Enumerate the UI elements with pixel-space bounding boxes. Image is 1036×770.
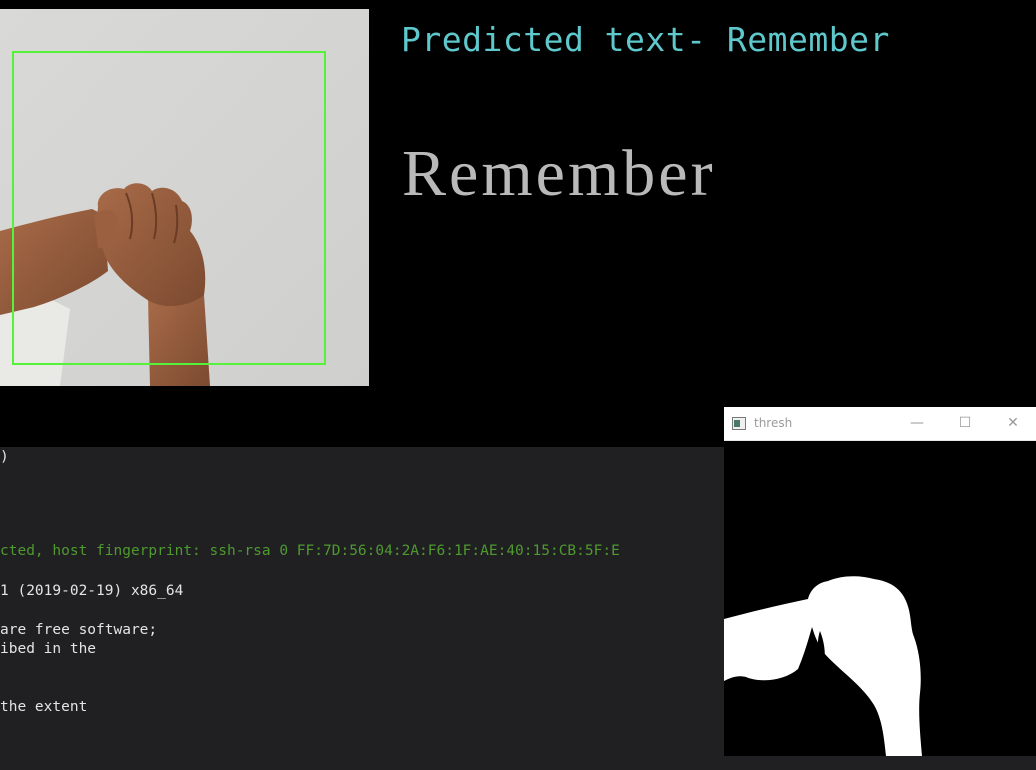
roi-box [12, 51, 326, 365]
terminal-line: ) [0, 449, 9, 465]
terminal-line: cted, host fingerprint: ssh-rsa 0 FF:7D:… [0, 543, 620, 559]
screen: Predicted text- Remember Remember ) cted… [0, 0, 1036, 770]
camera-feed [0, 9, 369, 386]
terminal-line: ibed in the [0, 641, 97, 657]
thresh-titlebar[interactable]: thresh — ☐ ✕ [724, 407, 1036, 441]
minimize-icon[interactable]: — [894, 407, 940, 440]
thresh-window[interactable]: thresh — ☐ ✕ [724, 407, 1036, 756]
close-icon[interactable]: ✕ [990, 407, 1036, 440]
prediction-label: Predicted text- Remember [401, 20, 890, 59]
maximize-icon[interactable]: ☐ [942, 407, 988, 440]
app-window-icon [732, 417, 746, 430]
thresh-window-title: thresh [754, 416, 793, 430]
terminal-line: 1 (2019-02-19) x86_64 [0, 583, 184, 599]
predicted-word: Remember [402, 137, 716, 210]
terminal-line: are free software; [0, 622, 158, 638]
threshold-mask-image [724, 441, 1036, 756]
terminal-line: the extent [0, 699, 88, 715]
